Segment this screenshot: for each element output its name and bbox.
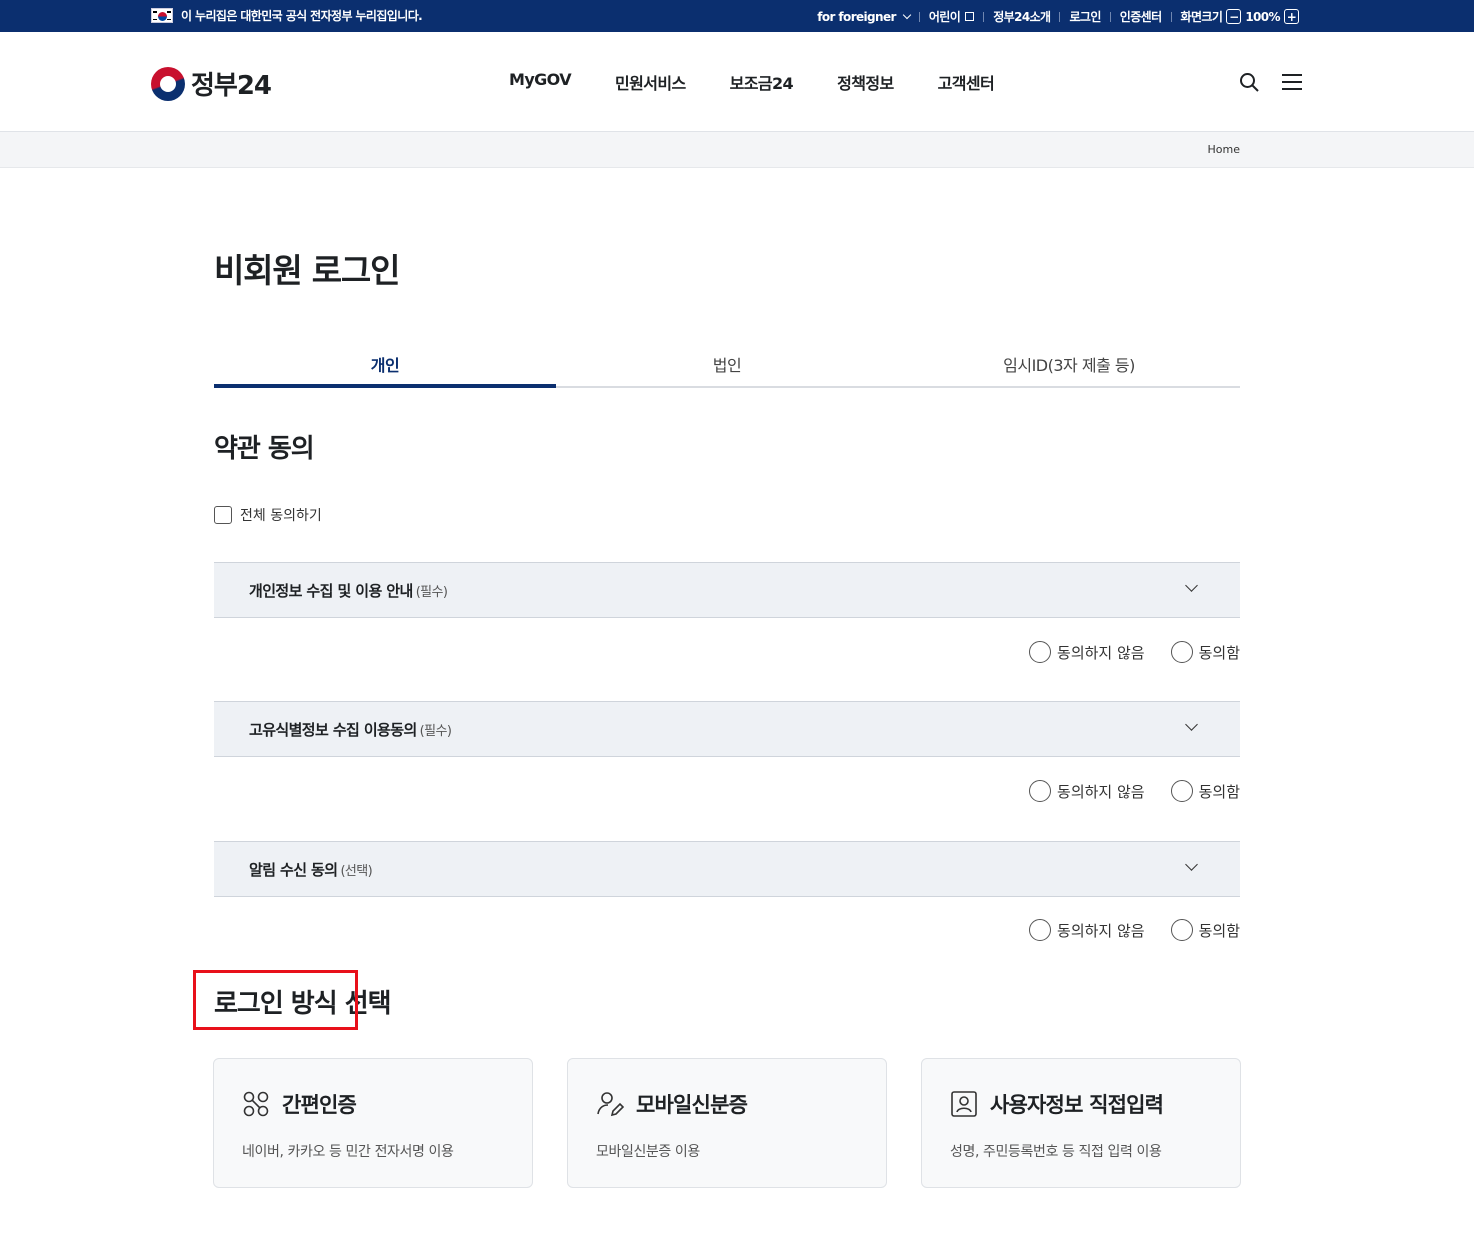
gov-notice-text: 이 누리집은 대한민국 공식 전자정부 누리집입니다. bbox=[181, 9, 423, 23]
card-head: 간편인증 bbox=[242, 1089, 357, 1119]
accordion-title: 개인정보 수집 및 이용 안내 (필수) bbox=[249, 580, 448, 601]
accordion-label: 알림 수신 동의 bbox=[249, 861, 338, 879]
unique-id-disagree-radio[interactable]: 동의하지 않음 bbox=[1029, 780, 1145, 802]
optional-tag: (선택) bbox=[340, 864, 373, 879]
radio-label: 동의하지 않음 bbox=[1057, 643, 1145, 662]
hamburger-menu-icon[interactable] bbox=[1282, 74, 1302, 92]
user-edit-icon bbox=[597, 1092, 624, 1117]
link-about[interactable]: 정부24소개 bbox=[993, 8, 1051, 25]
search-icon[interactable] bbox=[1239, 72, 1259, 92]
nav-civil-service[interactable]: 민원서비스 bbox=[615, 70, 686, 94]
agree-all[interactable]: 전체 동의하기 bbox=[214, 505, 322, 525]
card-desc: 모바일신분증 이용 bbox=[596, 1144, 700, 1160]
gov-notice: 이 누리집은 대한민국 공식 전자정부 누리집입니다. bbox=[151, 7, 423, 24]
gov-banner: 이 누리집은 대한민국 공식 전자정부 누리집입니다. for foreigne… bbox=[0, 0, 1474, 32]
accordion-title: 알림 수신 동의 (선택) bbox=[249, 859, 373, 880]
notification-disagree-radio[interactable]: 동의하지 않음 bbox=[1029, 919, 1145, 941]
agree-all-checkbox[interactable] bbox=[214, 506, 232, 524]
external-link-icon bbox=[965, 12, 975, 21]
radio-label: 동의함 bbox=[1198, 782, 1240, 801]
tab-temporary-id[interactable]: 임시ID(3자 제출 등) bbox=[898, 336, 1240, 386]
notification-consent-options: 동의하지 않음 동의함 bbox=[1003, 919, 1240, 941]
required-tag: (필수) bbox=[415, 585, 448, 600]
accordion-label: 고유식별정보 수집 이용동의 bbox=[249, 721, 417, 739]
link-cert-center[interactable]: 인증센터 bbox=[1120, 8, 1162, 25]
login-type-tabs: 개인 법인 임시ID(3자 제출 등) bbox=[214, 336, 1240, 388]
radio-circle[interactable] bbox=[1029, 641, 1052, 663]
method-card-simple-auth[interactable]: 간편인증 네이버, 카카오 등 민간 전자서명 이용 bbox=[213, 1058, 533, 1188]
page-title: 비회원 로그인 bbox=[214, 251, 400, 290]
card-title: 간편인증 bbox=[282, 1093, 357, 1117]
id-card-icon bbox=[951, 1091, 977, 1117]
notification-agree-radio[interactable]: 동의함 bbox=[1170, 919, 1240, 941]
radio-label: 동의함 bbox=[1198, 921, 1240, 940]
privacy-disagree-radio[interactable]: 동의하지 않음 bbox=[1029, 641, 1145, 663]
terms-heading: 약관 동의 bbox=[214, 434, 315, 464]
site-logo[interactable]: 정부24 bbox=[151, 65, 272, 102]
radio-label: 동의하지 않음 bbox=[1057, 782, 1145, 801]
accordion-title: 고유식별정보 수집 이용동의 (필수) bbox=[249, 719, 452, 740]
breadcrumb-home[interactable]: Home bbox=[1208, 143, 1240, 156]
tab-corporation[interactable]: 법인 bbox=[556, 336, 898, 386]
radio-label: 동의함 bbox=[1198, 643, 1240, 662]
privacy-agree-radio[interactable]: 동의함 bbox=[1170, 641, 1240, 663]
chevron-down-icon[interactable] bbox=[1185, 718, 1198, 731]
card-title: 모바일신분증 bbox=[636, 1093, 748, 1117]
breadcrumb: Home bbox=[0, 132, 1474, 168]
radio-circle[interactable] bbox=[1170, 780, 1193, 802]
link-login[interactable]: 로그인 bbox=[1069, 8, 1101, 25]
main-nav: MyGOV 민원서비스 보조금24 정책정보 고객센터 bbox=[509, 70, 1038, 94]
radio-circle[interactable] bbox=[1170, 919, 1193, 941]
accordion-label: 개인정보 수집 및 이용 안내 bbox=[249, 582, 413, 600]
card-desc: 네이버, 카카오 등 민간 전자서명 이용 bbox=[242, 1144, 454, 1160]
korea-flag-icon bbox=[151, 8, 173, 23]
chevron-down-icon[interactable] bbox=[1185, 579, 1198, 592]
zoom-out-button[interactable]: − bbox=[1226, 9, 1242, 24]
screen-size-label: 화면크기 bbox=[1180, 10, 1223, 24]
card-head: 사용자정보 직접입력 bbox=[950, 1089, 1164, 1119]
logo-text: 정부24 bbox=[191, 71, 272, 101]
method-card-direct-input[interactable]: 사용자정보 직접입력 성명, 주민등록번호 등 직접 입력 이용 bbox=[921, 1058, 1241, 1188]
radio-label: 동의하지 않음 bbox=[1057, 921, 1145, 940]
radio-circle[interactable] bbox=[1170, 641, 1193, 663]
nav-mygov[interactable]: MyGOV bbox=[509, 70, 572, 94]
nav-subsidy[interactable]: 보조금24 bbox=[730, 70, 794, 94]
gov-emblem-icon bbox=[151, 66, 185, 101]
simple-auth-icon bbox=[243, 1091, 269, 1117]
utility-links: for foreigner 어린이 정부24소개 로그인 인증센터 화면크기 −… bbox=[817, 8, 1303, 25]
card-desc: 성명, 주민등록번호 등 직접 입력 이용 bbox=[950, 1144, 1162, 1160]
unique-id-agree-radio[interactable]: 동의함 bbox=[1170, 780, 1240, 802]
required-tag: (필수) bbox=[419, 724, 452, 739]
terms-accordion-notification[interactable]: 알림 수신 동의 (선택) bbox=[214, 841, 1240, 897]
radio-circle[interactable] bbox=[1029, 780, 1052, 802]
tab-individual[interactable]: 개인 bbox=[214, 336, 556, 388]
highlight-box bbox=[193, 970, 358, 1030]
nav-policy[interactable]: 정책정보 bbox=[837, 70, 894, 94]
link-foreigner[interactable]: for foreigner bbox=[817, 10, 896, 24]
radio-circle[interactable] bbox=[1029, 919, 1052, 941]
agree-all-label: 전체 동의하기 bbox=[240, 508, 322, 524]
zoom-in-button[interactable]: + bbox=[1284, 9, 1299, 24]
terms-accordion-privacy[interactable]: 개인정보 수집 및 이용 안내 (필수) bbox=[214, 562, 1240, 618]
card-head: 모바일신분증 bbox=[596, 1089, 748, 1119]
privacy-consent-options: 동의하지 않음 동의함 bbox=[1003, 641, 1240, 663]
link-kids[interactable]: 어린이 bbox=[929, 8, 961, 25]
method-card-mobile-id[interactable]: 모바일신분증 모바일신분증 이용 bbox=[567, 1058, 887, 1188]
unique-id-consent-options: 동의하지 않음 동의함 bbox=[1003, 780, 1240, 802]
card-title: 사용자정보 직접입력 bbox=[990, 1093, 1164, 1117]
terms-accordion-unique-id[interactable]: 고유식별정보 수집 이용동의 (필수) bbox=[214, 701, 1240, 757]
chevron-down-icon[interactable] bbox=[902, 10, 912, 19]
chevron-down-icon[interactable] bbox=[1185, 858, 1198, 871]
nav-customer-center[interactable]: 고객센터 bbox=[938, 70, 995, 94]
site-header: 정부24 MyGOV 민원서비스 보조금24 정책정보 고객센터 bbox=[0, 32, 1474, 132]
zoom-level: 100% bbox=[1245, 9, 1280, 24]
